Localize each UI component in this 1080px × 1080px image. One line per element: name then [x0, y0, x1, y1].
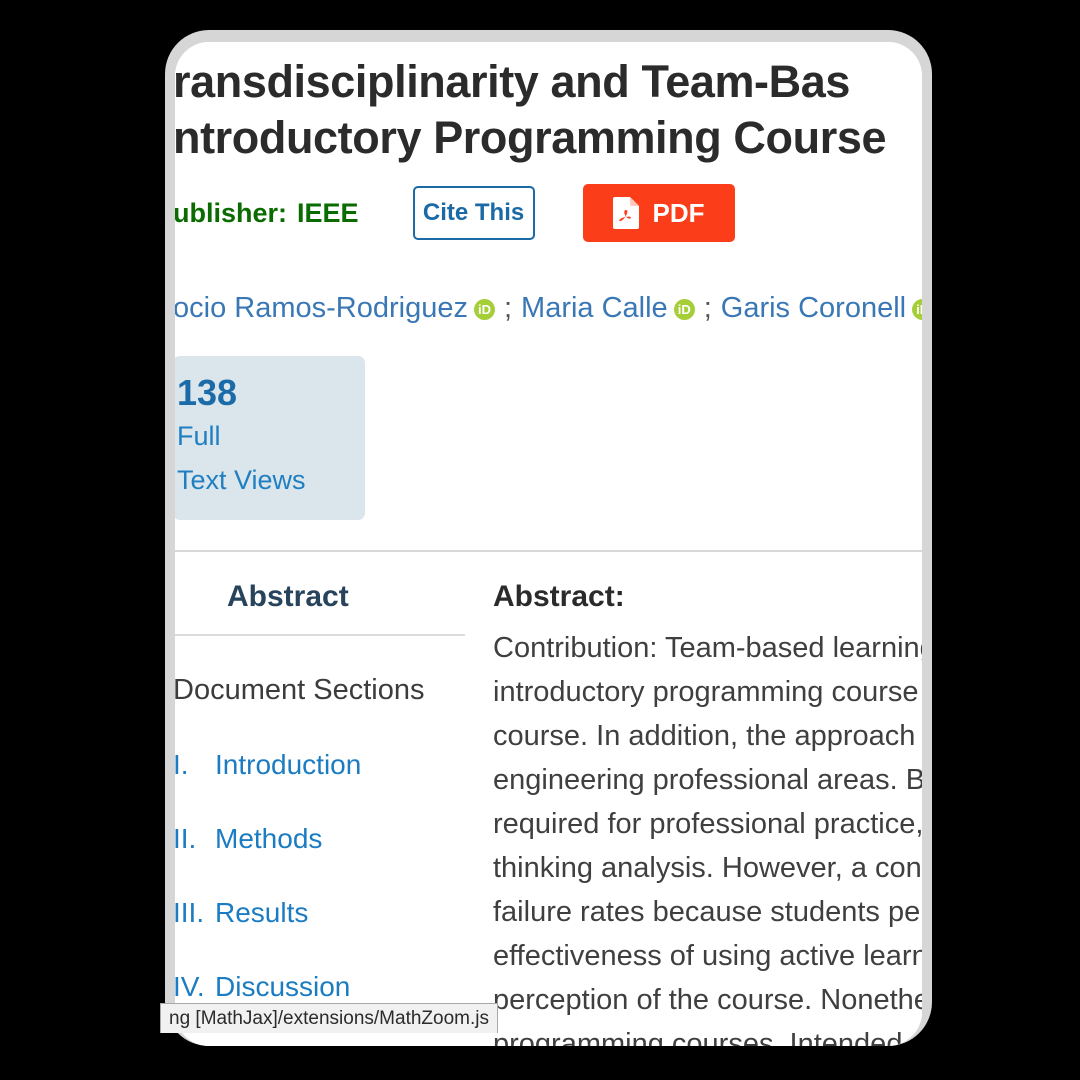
ieee-document-page: ransdisciplinarity and Team-Bas ntroduct… [175, 42, 922, 1046]
page-title-line-2: ntroductory Programming Course [175, 112, 887, 163]
author-separator: ; [703, 292, 712, 324]
abstract-line: effectiveness of using active learnin [493, 940, 922, 972]
tab-abstract[interactable]: Abstract [175, 580, 469, 634]
section-label: Introduction [215, 749, 362, 780]
abstract-heading: Abstract: [493, 580, 625, 613]
publisher-info: ublisher: IEEE [175, 198, 359, 229]
tab-underline [175, 634, 465, 636]
section-number: V. [175, 1045, 215, 1046]
sidebar-item-discussion[interactable]: IV. Discussion [175, 971, 469, 1003]
abstract-line: programming courses. Intended Ou [493, 1028, 922, 1046]
browser-window-frame: ransdisciplinarity and Team-Bas ntroduct… [165, 30, 932, 1046]
publisher-label: ublisher: [175, 197, 288, 228]
author-name[interactable]: Maria Calle [521, 292, 668, 324]
sidebar-item-conclusion[interactable]: V.Conclusion [175, 1045, 469, 1046]
abstract-line: engineering professional areas. Bac [493, 764, 922, 796]
document-body: Abstract Document Sections I. Introductio… [175, 552, 922, 1046]
pdf-label: PDF [652, 197, 705, 228]
screenshot-stage: ransdisciplinarity and Team-Bas ntroduct… [0, 0, 1080, 1080]
browser-status-bar: ng [MathJax]/extensions/MathZoom.js [160, 1003, 498, 1033]
cite-this-label: Cite This [422, 199, 525, 226]
full-text-views-metric: 138 Full Text Views [175, 356, 365, 520]
sidebar-item-methods[interactable]: II. Methods [175, 823, 469, 855]
section-label: Results [215, 897, 309, 928]
orcid-icon[interactable]: iD [673, 299, 695, 320]
abstract-panel: Abstract: Contribution: Team-based learn… [469, 580, 922, 1046]
sidebar-item-results[interactable]: III. Results [175, 897, 469, 929]
abstract-line: perception of the course. Nonethele [493, 984, 922, 1016]
abstract-text: Contribution: Team-based learning ( intr… [493, 626, 922, 1046]
abstract-line: introductory programming course w [493, 676, 922, 708]
orcid-icon[interactable]: iD [912, 299, 922, 320]
abstract-line: failure rates because students perc [493, 896, 922, 928]
author-separator: ; [503, 292, 513, 324]
cite-this-button[interactable]: Cite This [412, 186, 535, 240]
sidebar-item-introduction[interactable]: I. Introduction [175, 749, 469, 781]
author-name[interactable]: ocio Ramos-Rodriguez [175, 292, 468, 324]
metric-label-line-1: Full [177, 421, 221, 451]
abstract-line: course. In addition, the approach he [493, 720, 922, 752]
document-sections-heading: Document Sections [175, 674, 425, 706]
section-label: Conclusion [215, 1045, 354, 1046]
document-action-row: ublisher: IEEE Cite This PDF [175, 182, 922, 244]
document-sidebar: Abstract Document Sections I. Introductio… [175, 580, 469, 1046]
pdf-download-button[interactable]: PDF [582, 184, 735, 242]
page-title-line-1: ransdisciplinarity and Team-Bas [175, 56, 850, 107]
section-label: Discussion [215, 971, 351, 1002]
abstract-line: Contribution: Team-based learning ( [493, 632, 922, 664]
section-number: I. [175, 749, 189, 780]
metric-value: 138 [177, 372, 238, 413]
status-bar-text: ng [MathJax]/extensions/MathZoom.js [169, 1007, 489, 1029]
section-number: III. [175, 897, 205, 928]
page-viewport: ransdisciplinarity and Team-Bas ntroduct… [175, 42, 922, 1046]
publisher-name: IEEE [297, 197, 359, 228]
pdf-document-icon [612, 197, 639, 229]
section-label: Methods [215, 823, 323, 854]
section-number: IV. [175, 971, 205, 1002]
author-list: ocio Ramos-Rodriguez iD; Maria Calle iD; Gar… [175, 288, 922, 328]
abstract-line: thinking analysis. However, a consi [493, 852, 922, 884]
author-name[interactable]: Garis Coronell [721, 292, 906, 324]
abstract-line: required for professional practice, s [493, 808, 922, 840]
orcid-icon[interactable]: iD [473, 299, 495, 320]
metric-label-line-2: Text Views [177, 465, 306, 495]
section-number: II. [175, 823, 197, 854]
